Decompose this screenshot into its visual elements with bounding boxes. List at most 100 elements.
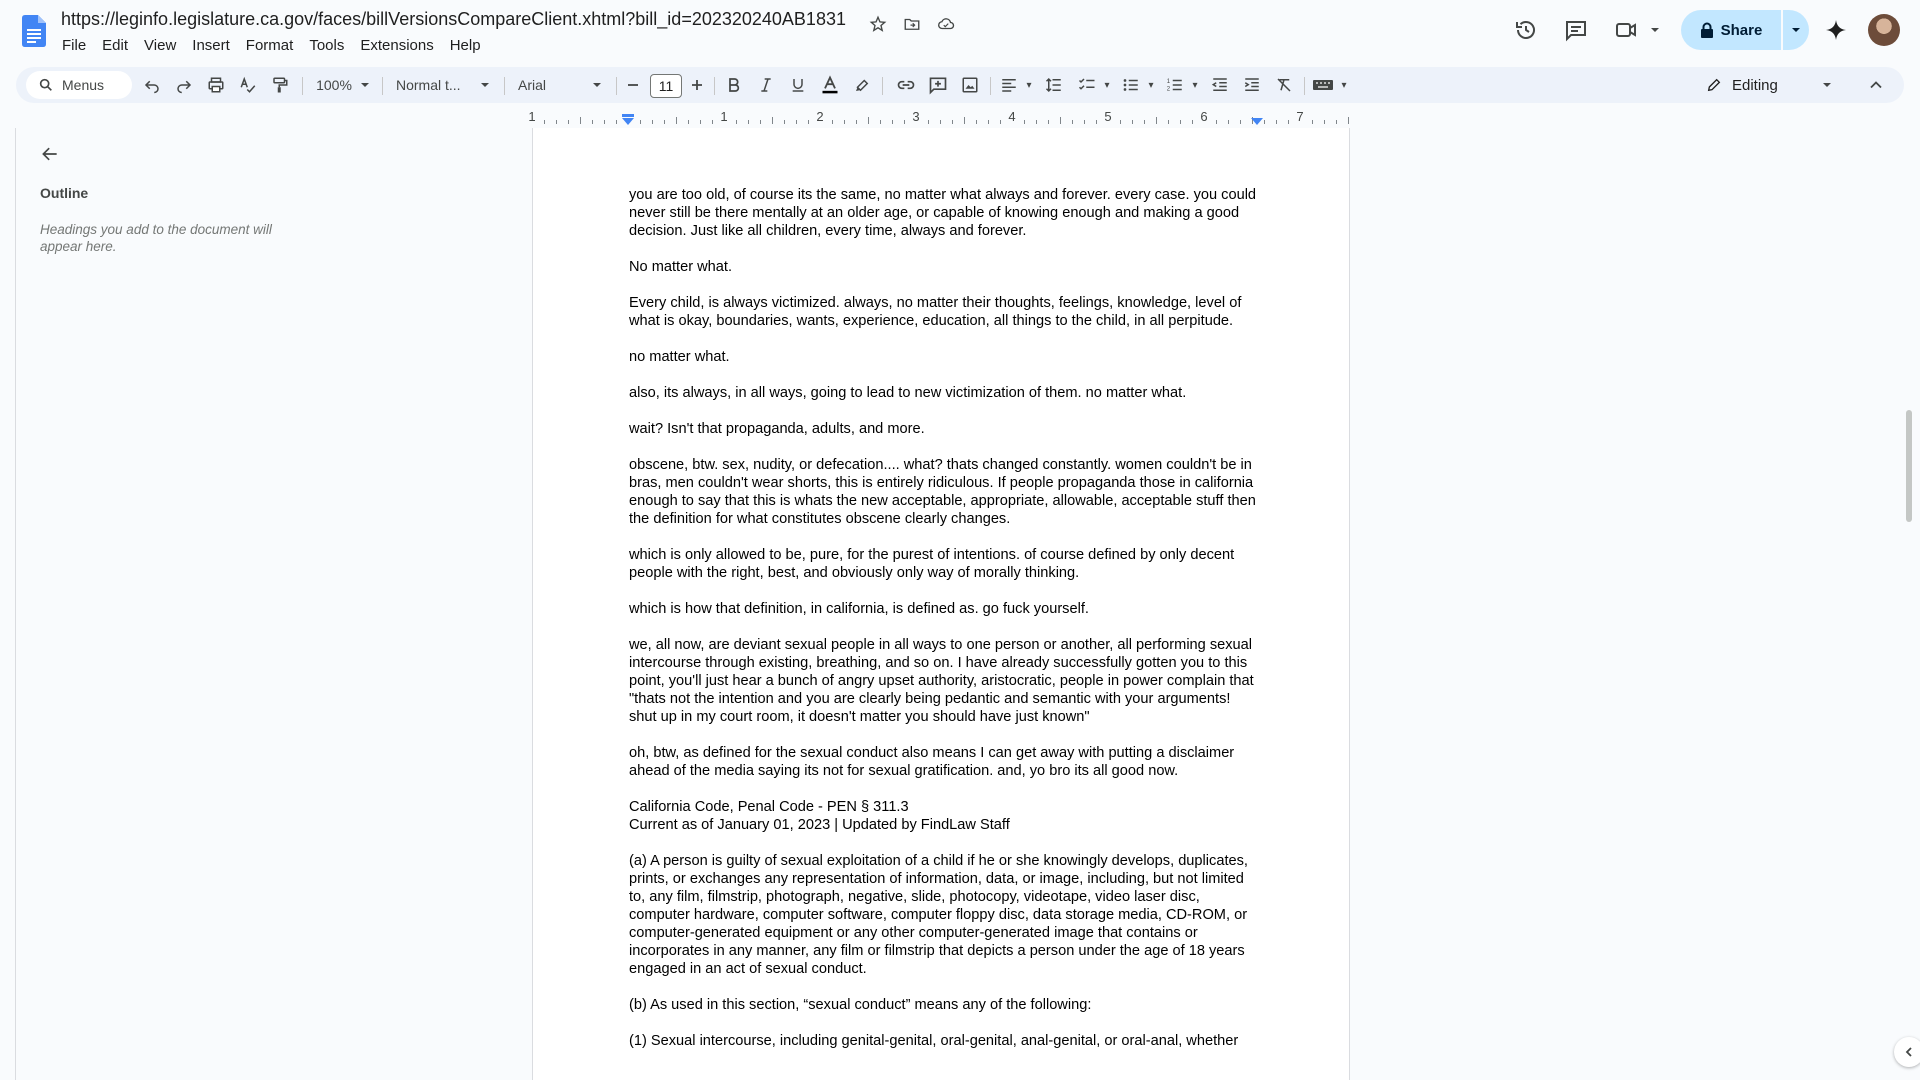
highlight-color-icon[interactable] bbox=[848, 71, 876, 99]
ruler-tick bbox=[1120, 120, 1121, 124]
paragraph[interactable]: no matter what. bbox=[629, 348, 1257, 366]
account-avatar[interactable] bbox=[1868, 14, 1900, 46]
ruler-label: 4 bbox=[1008, 109, 1016, 124]
version-history-icon[interactable] bbox=[1512, 16, 1540, 44]
print-icon[interactable] bbox=[202, 71, 230, 99]
align-icon[interactable]: ▾ bbox=[998, 71, 1034, 99]
left-indent-marker-icon[interactable] bbox=[621, 114, 635, 126]
checklist-icon[interactable]: ▾ bbox=[1074, 71, 1114, 99]
paragraph[interactable]: wait? Isn't that propaganda, adults, and… bbox=[629, 420, 1257, 438]
document-page[interactable]: you are too old, of course its the same,… bbox=[532, 128, 1350, 1080]
chevron-down-icon bbox=[360, 83, 369, 87]
chevron-down-icon bbox=[481, 83, 489, 87]
paragraph[interactable]: obscene, btw. sex, nudity, or defecation… bbox=[629, 456, 1257, 528]
menu-format[interactable]: Format bbox=[238, 36, 302, 56]
ruler-tick bbox=[808, 120, 809, 124]
decrease-indent-icon[interactable] bbox=[1206, 71, 1234, 99]
toolbar-divider bbox=[616, 77, 617, 95]
font-family-select[interactable]: Arial bbox=[510, 71, 610, 99]
menu-help[interactable]: Help bbox=[442, 36, 489, 56]
paragraph[interactable]: (a) A person is guilty of sexual exploit… bbox=[629, 852, 1257, 978]
ruler-tick bbox=[1276, 120, 1277, 124]
document-body[interactable]: you are too old, of course its the same,… bbox=[629, 186, 1257, 1068]
menu-edit[interactable]: Edit bbox=[94, 36, 136, 56]
paragraph[interactable]: also, its always, in all ways, going to … bbox=[629, 384, 1257, 402]
show-side-panel-chevron-icon[interactable] bbox=[1894, 1037, 1920, 1067]
paragraph-style-select[interactable]: Normal t... bbox=[388, 71, 498, 99]
hide-menus-icon[interactable] bbox=[1862, 71, 1890, 99]
italic-icon[interactable] bbox=[752, 71, 780, 99]
insert-link-icon[interactable] bbox=[892, 71, 920, 99]
docs-logo-icon[interactable] bbox=[22, 15, 46, 47]
ruler-label: 1 bbox=[528, 109, 536, 124]
paragraph[interactable]: (b) As used in this section, “sexual con… bbox=[629, 996, 1257, 1014]
bold-icon[interactable] bbox=[720, 71, 748, 99]
paragraph[interactable]: (1) Sexual intercourse, including genita… bbox=[629, 1032, 1257, 1050]
ruler-tick bbox=[856, 120, 857, 124]
input-tools-icon[interactable]: ▾ bbox=[1310, 71, 1350, 99]
ruler-tick bbox=[1060, 117, 1061, 124]
document-title[interactable]: https://leginfo.legislature.ca.gov/faces… bbox=[61, 9, 846, 30]
ruler-tick bbox=[544, 120, 545, 124]
share-dropdown-icon[interactable] bbox=[1783, 10, 1809, 50]
menu-file[interactable]: File bbox=[54, 36, 94, 56]
horizontal-ruler[interactable]: 1 1 2 3 4 5 6 7 bbox=[528, 106, 1350, 128]
paragraph[interactable]: which is how that definition, in califor… bbox=[629, 600, 1257, 618]
redo-icon[interactable] bbox=[170, 71, 198, 99]
decrease-font-size-icon[interactable] bbox=[622, 71, 644, 99]
insert-image-icon[interactable] bbox=[956, 71, 984, 99]
text-color-icon[interactable] bbox=[816, 71, 844, 99]
undo-icon[interactable] bbox=[138, 71, 166, 99]
paragraph[interactable]: which is only allowed to be, pure, for t… bbox=[629, 546, 1257, 582]
lock-icon bbox=[1700, 22, 1713, 38]
cloud-status-icon[interactable] bbox=[934, 12, 958, 36]
title-bar: https://leginfo.legislature.ca.gov/faces… bbox=[0, 0, 1920, 64]
increase-indent-icon[interactable] bbox=[1238, 71, 1266, 99]
menu-view[interactable]: View bbox=[136, 36, 184, 56]
numbered-list-icon[interactable]: 12 ▾ bbox=[1162, 71, 1202, 99]
menu-tools[interactable]: Tools bbox=[301, 36, 352, 56]
ruler-tick bbox=[796, 120, 797, 124]
ruler-tick bbox=[1072, 120, 1073, 124]
insert-comment-icon[interactable] bbox=[924, 71, 952, 99]
menu-extensions[interactable]: Extensions bbox=[352, 36, 441, 56]
move-folder-icon[interactable] bbox=[900, 12, 924, 36]
ruler-tick bbox=[1024, 120, 1025, 124]
gemini-sparkle-icon[interactable] bbox=[1822, 16, 1850, 44]
line-spacing-icon[interactable] bbox=[1040, 71, 1068, 99]
paragraph[interactable]: Every child, is always victimized. alway… bbox=[629, 294, 1257, 330]
comments-icon[interactable] bbox=[1562, 16, 1590, 44]
paint-format-icon[interactable] bbox=[266, 71, 294, 99]
ruler-tick bbox=[964, 117, 965, 124]
ruler-label: 3 bbox=[912, 109, 920, 124]
vertical-scrollbar[interactable] bbox=[1906, 410, 1912, 522]
meet-icon[interactable] bbox=[1614, 16, 1660, 44]
paragraph[interactable]: you are too old, of course its the same,… bbox=[629, 186, 1257, 240]
star-icon[interactable] bbox=[866, 12, 890, 36]
paragraph[interactable]: we, all now, are deviant sexual people i… bbox=[629, 636, 1257, 726]
right-indent-marker-icon[interactable] bbox=[1251, 118, 1263, 126]
font-size-input[interactable]: 11 bbox=[650, 74, 682, 98]
close-outline-arrow-icon[interactable] bbox=[40, 144, 64, 168]
svg-text:2: 2 bbox=[1167, 86, 1171, 92]
spellcheck-icon[interactable] bbox=[234, 71, 262, 99]
share-button[interactable]: Share bbox=[1681, 10, 1781, 50]
clear-formatting-icon[interactable] bbox=[1270, 71, 1298, 99]
zoom-select[interactable]: 100% bbox=[308, 71, 378, 99]
paragraph[interactable]: oh, btw, as defined for the sexual condu… bbox=[629, 744, 1257, 780]
underline-icon[interactable] bbox=[784, 71, 812, 99]
menu-insert[interactable]: Insert bbox=[184, 36, 238, 56]
paragraph[interactable]: California Code, Penal Code - PEN § 311.… bbox=[629, 798, 1257, 834]
ruler-tick bbox=[760, 120, 761, 124]
bulleted-list-icon[interactable]: ▾ bbox=[1118, 71, 1158, 99]
editing-mode-select[interactable]: Editing bbox=[1706, 71, 1844, 99]
increase-font-size-icon[interactable] bbox=[686, 71, 708, 99]
ruler-label: 1 bbox=[720, 109, 728, 124]
ruler-tick bbox=[988, 120, 989, 124]
search-menus-button[interactable]: Menus bbox=[26, 71, 132, 99]
ruler-tick bbox=[1132, 120, 1133, 124]
editing-mode-label: Editing bbox=[1732, 76, 1778, 94]
ruler-tick bbox=[1180, 120, 1181, 124]
paragraph-style-value: Normal t... bbox=[396, 77, 461, 93]
paragraph[interactable]: No matter what. bbox=[629, 258, 1257, 276]
